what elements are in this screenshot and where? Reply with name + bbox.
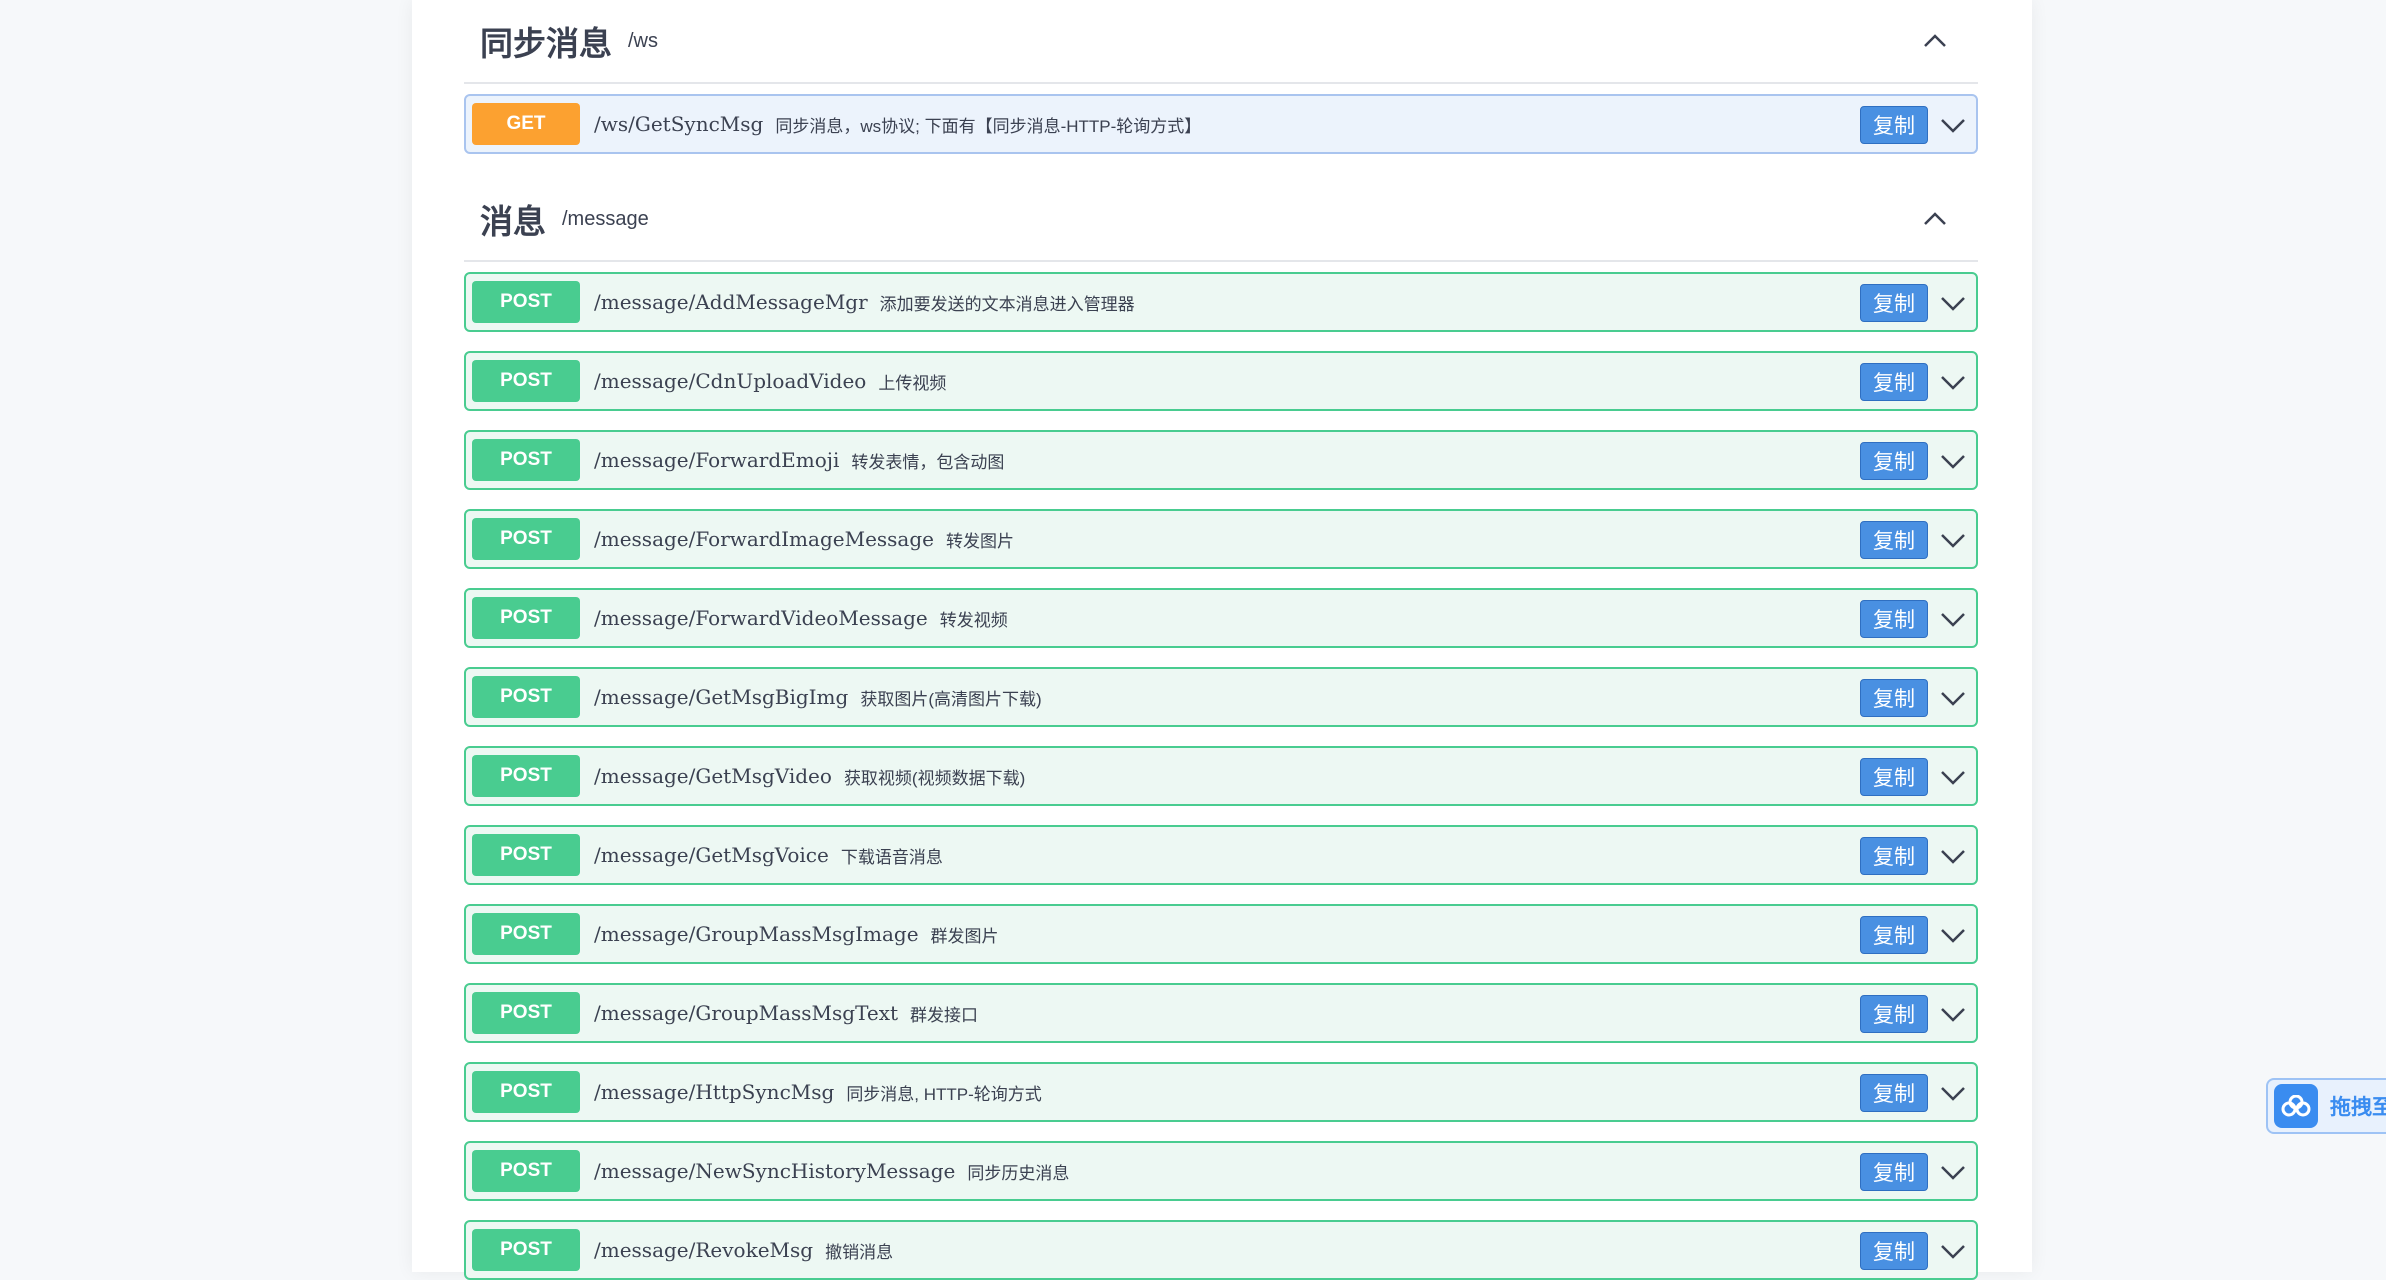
- operation-description: 转发图片: [946, 531, 1014, 551]
- copy-button[interactable]: 复制: [1860, 106, 1928, 144]
- operation-path: /message/GetMsgVideo: [594, 764, 832, 788]
- section-path: /ws: [628, 29, 658, 52]
- chevron-down-icon[interactable]: [1940, 290, 1966, 316]
- operation-description: 同步消息，ws协议; 下面有【同步消息-HTTP-轮询方式】: [775, 116, 1202, 136]
- copy-button[interactable]: 复制: [1860, 916, 1928, 954]
- operation-description: 群发图片: [930, 926, 999, 946]
- chevron-down-icon[interactable]: [1940, 1001, 1966, 1027]
- method-badge: POST: [472, 597, 580, 639]
- copy-button[interactable]: 复制: [1860, 679, 1928, 717]
- chevron-down-icon[interactable]: [1940, 685, 1966, 711]
- copy-button[interactable]: 复制: [1860, 1074, 1928, 1112]
- operation-row[interactable]: POST /message/GroupMassMsgText 群发接口 复制: [464, 983, 1978, 1043]
- chevron-down-icon[interactable]: [1940, 922, 1966, 948]
- operation-row[interactable]: POST /message/ForwardImageMessage 转发图片 复…: [464, 509, 1978, 569]
- chevron-down-icon[interactable]: [1940, 843, 1966, 869]
- operation-row[interactable]: POST /message/NewSyncHistoryMessage 同步历史…: [464, 1141, 1978, 1201]
- operation-description: 转发视频: [939, 610, 1008, 630]
- operation-description: 上传视频: [878, 373, 947, 393]
- method-badge: POST: [472, 1071, 580, 1113]
- method-badge: POST: [472, 913, 580, 955]
- chevron-down-icon[interactable]: [1940, 606, 1966, 632]
- operation-description: 撤销消息: [825, 1242, 894, 1262]
- operation-row[interactable]: POST /message/RevokeMsg 撤销消息 复制: [464, 1220, 1978, 1280]
- operation-row[interactable]: POST /message/ForwardEmoji 转发表情，包含动图 复制: [464, 430, 1978, 490]
- method-badge: POST: [472, 676, 580, 718]
- operation-path: /message/NewSyncHistoryMessage: [594, 1159, 956, 1183]
- copy-button[interactable]: 复制: [1860, 600, 1928, 638]
- operation-row[interactable]: POST /message/GetMsgVoice 下载语音消息 复制: [464, 825, 1978, 885]
- operation-description: 获取视频(视频数据下载): [843, 768, 1026, 788]
- cloud-icon: [2274, 1084, 2318, 1128]
- copy-button[interactable]: 复制: [1860, 995, 1928, 1033]
- operation-path: /message/GroupMassMsgText: [594, 1001, 899, 1025]
- section-header[interactable]: 同步消息 /ws: [464, 0, 1978, 84]
- operation-path: /message/HttpSyncMsg: [594, 1080, 835, 1104]
- method-badge: POST: [472, 281, 580, 323]
- chevron-up-icon[interactable]: [1922, 206, 1948, 232]
- api-doc-panel: 同步消息 /ws GET /ws/GetSyncMsg 同步消息，ws协议; 下…: [412, 0, 2032, 1280]
- operation-path: /message/AddMessageMgr: [594, 290, 868, 314]
- operation-description: 同步消息, HTTP-轮询方式: [846, 1084, 1042, 1104]
- operation-row[interactable]: POST /message/GetMsgVideo 获取视频(视频数据下载) 复…: [464, 746, 1978, 806]
- operation-path: /message/ForwardVideoMessage: [594, 606, 928, 630]
- operation-description: 群发接口: [910, 1005, 979, 1025]
- operation-row[interactable]: POST /message/CdnUploadVideo 上传视频 复制: [464, 351, 1978, 411]
- copy-button[interactable]: 复制: [1860, 1153, 1928, 1191]
- chevron-down-icon[interactable]: [1940, 369, 1966, 395]
- operation-description: 转发表情，包含动图: [851, 452, 1005, 472]
- method-badge: POST: [472, 992, 580, 1034]
- section-title: 同步消息: [480, 25, 612, 62]
- method-badge: POST: [472, 1229, 580, 1271]
- operation-row[interactable]: POST /message/GroupMassMsgImage 群发图片 复制: [464, 904, 1978, 964]
- method-badge: POST: [472, 1150, 580, 1192]
- chevron-down-icon[interactable]: [1940, 1159, 1966, 1185]
- operation-path: /message/GetMsgBigImg: [594, 685, 849, 709]
- operation-row[interactable]: POST /message/ForwardVideoMessage 转发视频 复…: [464, 588, 1978, 648]
- operation-row[interactable]: POST /message/GetMsgBigImg 获取图片(高清图片下载) …: [464, 667, 1978, 727]
- method-badge: POST: [472, 439, 580, 481]
- operation-description: 获取图片(高清图片下载): [860, 689, 1042, 709]
- drag-to-button[interactable]: 拖拽至: [2266, 1078, 2386, 1134]
- chevron-down-icon[interactable]: [1940, 448, 1966, 474]
- copy-button[interactable]: 复制: [1860, 284, 1928, 322]
- section-ws: 同步消息 /ws GET /ws/GetSyncMsg 同步消息，ws协议; 下…: [464, 0, 1978, 154]
- method-badge: GET: [472, 103, 580, 145]
- operation-row[interactable]: POST /message/HttpSyncMsg 同步消息, HTTP-轮询方…: [464, 1062, 1978, 1122]
- chevron-down-icon[interactable]: [1940, 527, 1966, 553]
- copy-button[interactable]: 复制: [1860, 363, 1928, 401]
- operation-path: /message/CdnUploadVideo: [594, 369, 867, 393]
- section-message: 消息 /message POST /message/AddMessageMgr …: [464, 178, 1978, 1280]
- copy-button[interactable]: 复制: [1860, 837, 1928, 875]
- operation-path: /message/ForwardImageMessage: [594, 527, 934, 551]
- chevron-down-icon[interactable]: [1940, 764, 1966, 790]
- section-header[interactable]: 消息 /message: [464, 178, 1978, 262]
- operation-path: /message/ForwardEmoji: [594, 448, 840, 472]
- operation-description: 下载语音消息: [840, 847, 943, 867]
- section-title: 消息: [480, 203, 546, 240]
- operation-path: /ws/GetSyncMsg: [594, 112, 764, 136]
- section-path: /message: [562, 207, 649, 230]
- chevron-up-icon[interactable]: [1922, 28, 1948, 54]
- copy-button[interactable]: 复制: [1860, 1232, 1928, 1270]
- operation-path: /message/RevokeMsg: [594, 1238, 814, 1262]
- method-badge: POST: [472, 834, 580, 876]
- copy-button[interactable]: 复制: [1860, 442, 1928, 480]
- operation-path: /message/GetMsgVoice: [594, 843, 829, 867]
- operation-description: 同步历史消息: [967, 1163, 1070, 1183]
- method-badge: POST: [472, 518, 580, 560]
- operation-description: 添加要发送的文本消息进入管理器: [879, 294, 1135, 314]
- operation-row[interactable]: POST /message/AddMessageMgr 添加要发送的文本消息进入…: [464, 272, 1978, 332]
- chevron-down-icon[interactable]: [1940, 1080, 1966, 1106]
- copy-button[interactable]: 复制: [1860, 521, 1928, 559]
- copy-button[interactable]: 复制: [1860, 758, 1928, 796]
- operation-row[interactable]: GET /ws/GetSyncMsg 同步消息，ws协议; 下面有【同步消息-H…: [464, 94, 1978, 154]
- chevron-down-icon[interactable]: [1940, 112, 1966, 138]
- drag-to-label: 拖拽至: [2330, 1096, 2386, 1119]
- operation-path: /message/GroupMassMsgImage: [594, 922, 919, 946]
- method-badge: POST: [472, 755, 580, 797]
- method-badge: POST: [472, 360, 580, 402]
- chevron-down-icon[interactable]: [1940, 1238, 1966, 1264]
